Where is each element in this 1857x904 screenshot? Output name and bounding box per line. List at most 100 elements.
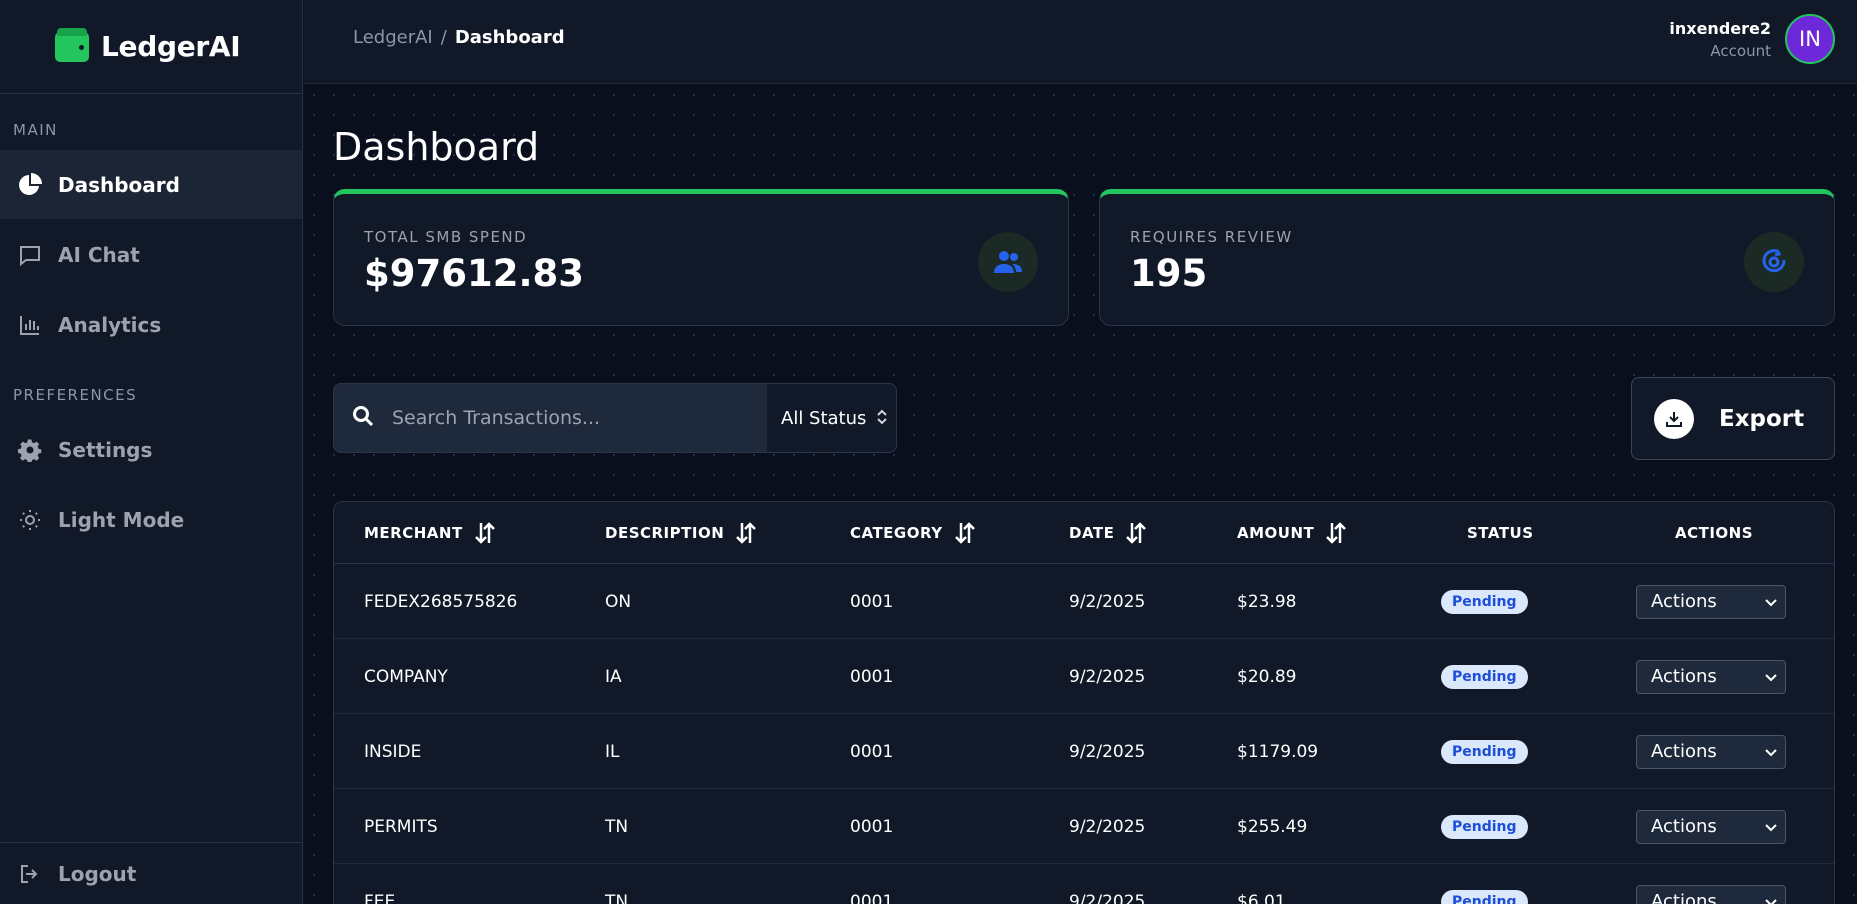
stat-value: 195: [1130, 252, 1208, 295]
logout-area: Logout: [0, 842, 302, 904]
actions-select-value: Actions: [1651, 666, 1717, 687]
brand-name: LedgerAI: [101, 30, 241, 63]
bar-chart-icon: [17, 312, 43, 338]
cell-date: 9/2/2025: [1069, 891, 1146, 904]
user-subtitle: Account: [1710, 41, 1771, 60]
sidebar: LedgerAI MAIN Dashboard AI Chat Analytic…: [0, 0, 303, 904]
cell-category: 0001: [850, 741, 894, 762]
breadcrumb-root[interactable]: LedgerAI: [353, 27, 433, 48]
main-content: Dashboard TOTAL SMB SPEND $97612.83 REQU…: [304, 85, 1857, 904]
column-label: MERCHANT: [364, 524, 463, 542]
cell-amount: $20.89: [1237, 666, 1297, 687]
cell-status: Pending: [1441, 714, 1528, 789]
cell-actions: Actions: [1636, 714, 1786, 789]
actions-select[interactable]: Actions: [1636, 659, 1786, 694]
cell-date: 9/2/2025: [1069, 741, 1146, 762]
actions-select[interactable]: Actions: [1636, 809, 1786, 844]
column-label: DATE: [1069, 524, 1115, 542]
column-header-status: STATUS: [1467, 524, 1534, 542]
users-icon: [978, 232, 1038, 292]
cell-category: 0001: [850, 816, 894, 837]
brand[interactable]: LedgerAI: [0, 0, 302, 94]
cell-actions: Actions: [1636, 864, 1786, 904]
cell-actions: Actions: [1636, 789, 1786, 864]
chevron-down-icon: [1765, 816, 1777, 837]
column-label: CATEGORY: [850, 524, 943, 542]
cell-actions: Actions: [1636, 639, 1786, 714]
cell-status: Pending: [1441, 789, 1528, 864]
column-header-amount[interactable]: AMOUNT: [1237, 502, 1348, 564]
nav-section-preferences: PREFERENCES: [13, 386, 138, 404]
cell-description: IA: [605, 666, 622, 687]
chevron-down-icon: [1765, 891, 1777, 904]
actions-select[interactable]: Actions: [1636, 884, 1786, 904]
status-badge: Pending: [1441, 589, 1528, 614]
actions-select-value: Actions: [1651, 891, 1717, 904]
sidebar-item-analytics[interactable]: Analytics: [0, 290, 302, 359]
table-row: PERMITS TN 0001 9/2/2025 $255.49 Pending…: [334, 789, 1834, 864]
column-header-description[interactable]: DESCRIPTION: [605, 502, 758, 564]
status-badge: Pending: [1441, 739, 1528, 764]
chevron-down-icon: [1765, 741, 1777, 762]
column-header-category[interactable]: CATEGORY: [850, 502, 977, 564]
table-header: MERCHANT DESCRIPTION CATEGORY DATE AMOUN…: [334, 502, 1834, 564]
sidebar-item-light-mode[interactable]: Light Mode: [0, 485, 302, 554]
actions-select[interactable]: Actions: [1636, 584, 1786, 619]
column-header-merchant[interactable]: MERCHANT: [364, 502, 497, 564]
cell-date: 9/2/2025: [1069, 666, 1146, 687]
status-filter-select[interactable]: All Status: [767, 383, 897, 453]
table-row: FEDEX268575826 ON 0001 9/2/2025 $23.98 P…: [334, 564, 1834, 639]
column-label: DESCRIPTION: [605, 524, 725, 542]
cell-amount: $1179.09: [1237, 741, 1319, 762]
cell-description: TN: [605, 816, 629, 837]
sidebar-item-dashboard[interactable]: Dashboard: [0, 150, 302, 219]
download-icon: [1654, 398, 1694, 439]
stat-label: REQUIRES REVIEW: [1130, 228, 1293, 246]
chevron-down-icon: [1765, 591, 1777, 612]
gear-icon: [17, 437, 43, 463]
actions-select-value: Actions: [1651, 741, 1717, 762]
breadcrumb-separator: /: [440, 27, 447, 48]
sidebar-item-label: Dashboard: [58, 172, 180, 197]
chat-icon: [17, 242, 43, 268]
cell-merchant: FEE: [364, 891, 396, 904]
actions-select-value: Actions: [1651, 816, 1717, 837]
cell-status: Pending: [1441, 564, 1528, 639]
refresh-target-icon: [1744, 232, 1804, 292]
search-input[interactable]: [392, 407, 722, 429]
logout-button[interactable]: Logout: [0, 843, 302, 904]
table-row: FEE TN 0001 9/2/2025 $6.01 Pending Actio…: [334, 864, 1834, 904]
sort-icon: [734, 521, 758, 545]
chevron-updown-icon: [876, 408, 888, 428]
cell-category: 0001: [850, 666, 894, 687]
page-title: Dashboard: [333, 125, 540, 169]
sidebar-item-label: Light Mode: [58, 507, 185, 532]
actions-select-value: Actions: [1651, 591, 1717, 612]
cell-merchant: PERMITS: [364, 816, 438, 837]
cell-merchant: FEDEX268575826: [364, 591, 518, 612]
stat-card-requires-review: REQUIRES REVIEW 195: [1099, 189, 1835, 326]
sidebar-item-settings[interactable]: Settings: [0, 415, 302, 484]
sidebar-item-label: Analytics: [58, 312, 162, 337]
export-button[interactable]: Export: [1631, 377, 1835, 460]
column-label: AMOUNT: [1237, 524, 1315, 542]
actions-select[interactable]: Actions: [1636, 734, 1786, 769]
search-bar: [333, 383, 768, 453]
sidebar-item-ai-chat[interactable]: AI Chat: [0, 220, 302, 289]
status-badge: Pending: [1441, 664, 1528, 689]
cell-amount: $23.98: [1237, 591, 1297, 612]
user-menu[interactable]: inxendere2 Account IN: [1669, 14, 1835, 64]
table-row: INSIDE IL 0001 9/2/2025 $1179.09 Pending…: [334, 714, 1834, 789]
column-header-date[interactable]: DATE: [1069, 502, 1148, 564]
transactions-table: MERCHANT DESCRIPTION CATEGORY DATE AMOUN…: [333, 501, 1835, 904]
cell-date: 9/2/2025: [1069, 591, 1146, 612]
avatar[interactable]: IN: [1785, 14, 1835, 64]
status-badge: Pending: [1441, 814, 1528, 839]
logout-icon: [17, 861, 43, 887]
cell-amount: $6.01: [1237, 891, 1286, 904]
cell-description: ON: [605, 591, 632, 612]
sort-icon: [953, 521, 977, 545]
cell-merchant: COMPANY: [364, 666, 448, 687]
wallet-icon: [55, 27, 89, 62]
cell-amount: $255.49: [1237, 816, 1308, 837]
